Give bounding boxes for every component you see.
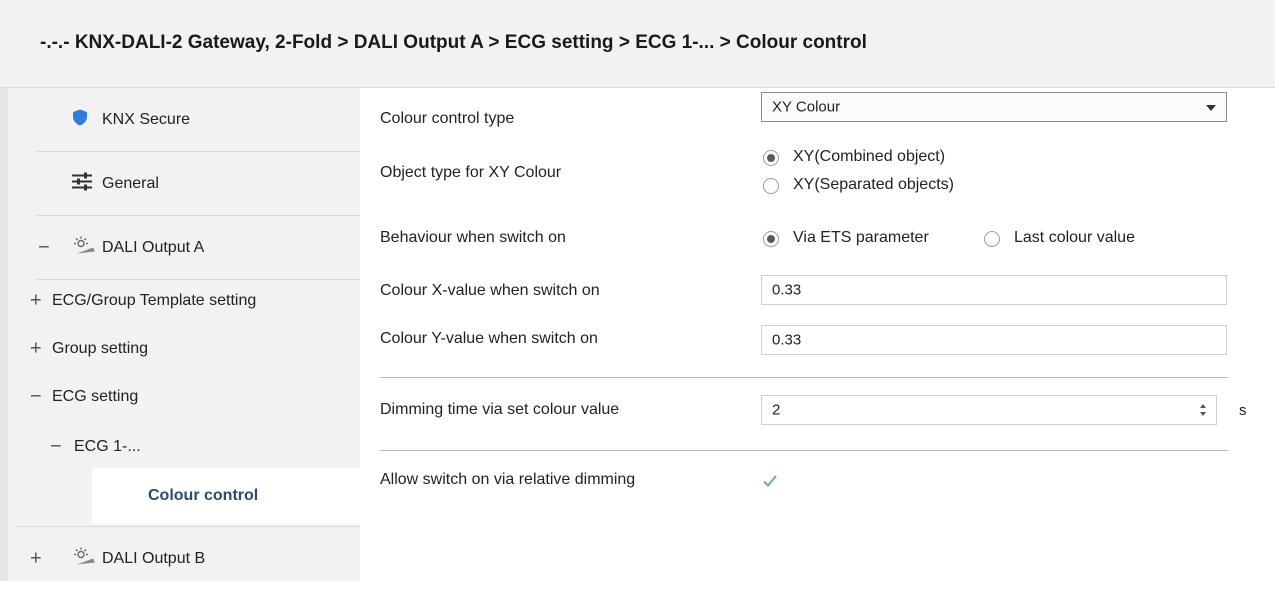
divider [380, 377, 1228, 378]
expand-icon[interactable]: + [30, 339, 42, 359]
breadcrumb: -.-.- KNX-DALI-2 Gateway, 2-Fold > DALI … [40, 32, 867, 53]
sidebar-item-ecg-group-template-setting[interactable]: + ECG/Group Template setting [16, 276, 360, 326]
dimming-time-spinbox[interactable]: 2 [761, 395, 1217, 425]
sidebar-item-label: General [102, 175, 159, 192]
colour-control-type-label: Colour control type [380, 110, 515, 127]
radio-last-colour-value[interactable] [984, 231, 1000, 247]
sidebar-item-label: Colour control [148, 487, 259, 504]
shield-icon [72, 109, 88, 132]
sidebar: KNX Secure General − DALI Output A + ECG… [0, 88, 368, 581]
sidebar-item-dali-output-a[interactable]: − DALI Output A [16, 216, 360, 280]
sidebar-item-group-setting[interactable]: + Group setting [16, 324, 360, 374]
sidebar-item-label: Group setting [52, 340, 149, 357]
input-value: 0.33 [772, 281, 802, 299]
check-icon [763, 475, 777, 487]
sidebar-item-ecg-1[interactable]: − ECG 1-... [16, 422, 360, 472]
radio-separated-objects-label: XY(Separated objects) [793, 176, 954, 193]
lamp-icon [74, 547, 96, 570]
sidebar-item-label: ECG/Group Template setting [52, 292, 257, 309]
sidebar-item-knx-secure[interactable]: KNX Secure [16, 88, 360, 152]
sidebar-item-colour-control[interactable]: Colour control [92, 468, 368, 524]
x-value-input[interactable]: 0.33 [761, 275, 1227, 305]
x-value-label: Colour X-value when switch on [380, 282, 600, 299]
y-value-label: Colour Y-value when switch on [380, 330, 598, 347]
collapse-icon[interactable]: − [50, 437, 62, 457]
radio-via-ets-parameter-label: Via ETS parameter [793, 229, 929, 246]
spin-down-icon[interactable] [1200, 412, 1206, 416]
collapse-icon[interactable]: − [30, 387, 42, 407]
expand-icon[interactable]: + [30, 548, 42, 568]
sidebar-item-label: ECG setting [52, 388, 139, 405]
dropdown-value: XY Colour [772, 98, 841, 116]
expand-icon[interactable]: + [30, 291, 42, 311]
sidebar-item-label: DALI Output B [102, 549, 206, 567]
chevron-down-icon [1206, 105, 1216, 111]
divider [380, 450, 1228, 451]
collapse-icon[interactable]: − [38, 238, 50, 258]
spinbox-value: 2 [772, 401, 781, 419]
radio-combined-object[interactable] [763, 150, 779, 166]
colour-control-type-dropdown[interactable]: XY Colour [761, 92, 1227, 122]
sidebar-item-label: ECG 1-... [74, 438, 141, 455]
object-type-label: Object type for XY Colour [380, 164, 562, 181]
unit-label: s [1239, 402, 1247, 419]
lamp-icon [74, 236, 96, 260]
dimming-time-label: Dimming time via set colour value [380, 401, 620, 418]
sliders-icon [71, 172, 93, 196]
allow-switch-on-checkbox[interactable] [761, 472, 779, 490]
radio-last-colour-value-label: Last colour value [1014, 229, 1135, 246]
sidebar-item-ecg-setting[interactable]: − ECG setting [16, 372, 360, 422]
y-value-input[interactable]: 0.33 [761, 325, 1227, 355]
sidebar-item-label: DALI Output A [102, 239, 205, 256]
sidebar-item-label: KNX Secure [102, 111, 191, 128]
sidebar-item-general[interactable]: General [16, 152, 360, 216]
spin-up-icon[interactable] [1200, 404, 1206, 408]
behaviour-label: Behaviour when switch on [380, 229, 566, 246]
sidebar-item-dali-output-b[interactable]: + DALI Output B [16, 526, 360, 590]
input-value: 0.33 [772, 331, 802, 349]
title-bar: -.-.- KNX-DALI-2 Gateway, 2-Fold > DALI … [0, 0, 1275, 88]
parameter-panel: Colour control type XY Colour Object typ… [360, 88, 1275, 581]
allow-switch-on-label: Allow switch on via relative dimming [380, 471, 636, 488]
radio-separated-objects[interactable] [763, 178, 779, 194]
radio-combined-object-label: XY(Combined object) [793, 148, 946, 165]
radio-via-ets-parameter[interactable] [763, 231, 779, 247]
